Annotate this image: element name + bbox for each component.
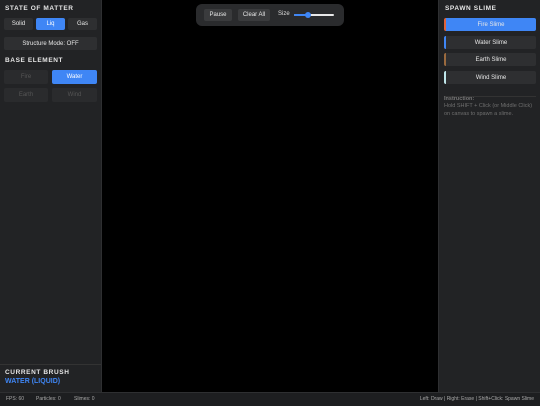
- left-panel: STATE OF MATTER Solid Liq Gas Structure …: [0, 0, 102, 392]
- element-water-button[interactable]: Water: [52, 70, 97, 84]
- simulation-canvas[interactable]: [102, 0, 438, 392]
- current-brush-value: WATER (LIQUID): [5, 378, 61, 385]
- current-brush-title: CURRENT BRUSH: [5, 369, 70, 376]
- status-bar: FPS: 60 Particles: 0 Slimes: 0 Left: Dra…: [0, 392, 540, 406]
- base-element-title: BASE ELEMENT: [5, 57, 64, 64]
- element-fire-button[interactable]: Fire: [4, 70, 48, 84]
- element-earth-button[interactable]: Earth: [4, 88, 48, 102]
- spawn-slime-title: SPAWN SLIME: [445, 5, 497, 12]
- controls-help: Left: Draw | Right: Erase | Shift+Click:…: [419, 396, 534, 402]
- earth-slime-button[interactable]: Earth Slime: [444, 53, 536, 66]
- state-gas-button[interactable]: Gas: [68, 18, 97, 30]
- divider: [0, 364, 101, 365]
- fps-readout: FPS: 60: [6, 396, 25, 402]
- particles-readout: Particles: 0: [36, 396, 61, 402]
- state-liquid-button[interactable]: Liq: [36, 18, 65, 30]
- fire-slime-button[interactable]: Fire Slime: [444, 18, 536, 31]
- water-slime-button[interactable]: Water Slime: [444, 36, 536, 49]
- state-solid-button[interactable]: Solid: [4, 18, 33, 30]
- state-of-matter-title: STATE OF MATTER: [5, 5, 74, 12]
- wind-slime-button[interactable]: Wind Slime: [444, 71, 536, 84]
- slimes-readout: Slimes: 0: [74, 396, 95, 402]
- structure-mode-button[interactable]: Structure Mode: OFF: [4, 37, 97, 50]
- element-wind-button[interactable]: Wind: [52, 88, 97, 102]
- instruction-text: Hold SHIFT + Click (or Middle Click) on …: [444, 103, 533, 117]
- instruction-title: Instruction:: [444, 96, 475, 102]
